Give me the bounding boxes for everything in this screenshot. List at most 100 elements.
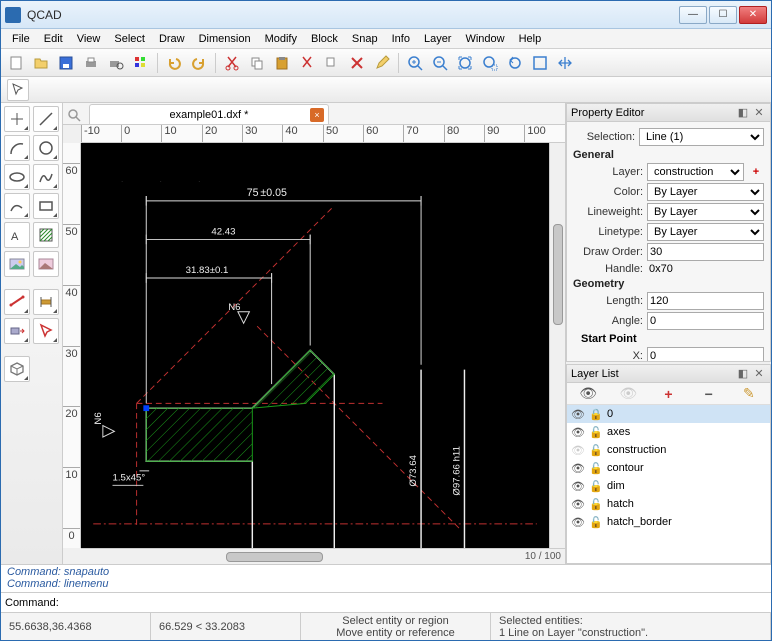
pointer-icon[interactable] (7, 79, 29, 101)
visibility-icon[interactable]: 👁 (571, 498, 585, 511)
layer-item-0[interactable]: 👁🔒0 (567, 405, 770, 423)
visibility-icon[interactable]: 👁 (571, 516, 585, 529)
tab-close-icon[interactable]: × (310, 108, 324, 122)
text-tool-icon[interactable]: A (4, 222, 30, 248)
menu-block[interactable]: Block (304, 31, 345, 47)
print-preview-icon[interactable] (105, 52, 127, 74)
copy-ref-icon[interactable] (321, 52, 343, 74)
add-layer-icon[interactable]: + (748, 166, 764, 178)
layer-panel-close-icon[interactable]: ✕ (752, 367, 766, 380)
edit-icon[interactable] (371, 52, 393, 74)
menu-info[interactable]: Info (385, 31, 417, 47)
paste-icon[interactable] (271, 52, 293, 74)
close-button[interactable]: ✕ (739, 6, 767, 24)
drawing-canvas[interactable]: 75±0.05 42.43 31.83±0.1 1.5x45° Ø73.64 Ø… (81, 143, 549, 548)
select-tool-icon[interactable] (33, 318, 59, 344)
modify-tool-icon[interactable] (4, 318, 30, 344)
visibility-icon[interactable]: 👁 (571, 426, 585, 439)
zoom-selection-icon[interactable] (479, 52, 501, 74)
menu-layer[interactable]: Layer (417, 31, 459, 47)
redo-icon[interactable] (188, 52, 210, 74)
search-tab-icon[interactable] (67, 108, 83, 124)
color-icon[interactable] (130, 52, 152, 74)
toggle-lock-icon[interactable]: 👁 (613, 385, 643, 402)
circle-tool-icon[interactable] (33, 135, 59, 161)
line-tool-icon[interactable] (33, 106, 59, 132)
spline-tool-icon[interactable] (33, 164, 59, 190)
dimension-tool-icon[interactable] (4, 289, 30, 315)
cut-icon[interactable] (221, 52, 243, 74)
visibility-icon[interactable]: 👁 (571, 444, 585, 457)
point-tool-icon[interactable] (4, 106, 30, 132)
vertical-scrollbar[interactable] (549, 143, 565, 548)
layer-item-axes[interactable]: 👁🔓axes (567, 423, 770, 441)
length-input[interactable] (647, 292, 764, 310)
menu-draw[interactable]: Draw (152, 31, 192, 47)
zoom-out-icon[interactable] (429, 52, 451, 74)
image-tool-icon[interactable] (4, 251, 30, 277)
control-point[interactable] (143, 405, 149, 411)
minimize-button[interactable]: — (679, 6, 707, 24)
toggle-visibility-icon[interactable]: 👁 (573, 385, 603, 402)
visibility-icon[interactable]: 👁 (571, 408, 585, 421)
copy-icon[interactable] (246, 52, 268, 74)
lock-icon[interactable]: 🔒 (589, 408, 603, 421)
visibility-icon[interactable]: 👁 (571, 480, 585, 493)
selection-dropdown[interactable]: Line (1) (639, 128, 764, 146)
start-x-input[interactable] (647, 347, 764, 361)
image2-tool-icon[interactable] (33, 251, 59, 277)
lock-icon[interactable]: 🔓 (589, 426, 603, 439)
panel-close-icon[interactable]: ✕ (752, 106, 766, 119)
add-layer-button[interactable]: + (653, 386, 683, 402)
print-icon[interactable] (80, 52, 102, 74)
polyline-tool-icon[interactable] (4, 193, 30, 219)
menu-snap[interactable]: Snap (345, 31, 385, 47)
menu-file[interactable]: File (5, 31, 37, 47)
zoom-previous-icon[interactable] (504, 52, 526, 74)
layer-item-hatch[interactable]: 👁🔓hatch (567, 495, 770, 513)
command-input[interactable] (63, 595, 767, 611)
zoom-window-icon[interactable] (529, 52, 551, 74)
layer-panel-pin-icon[interactable]: ◧ (736, 367, 750, 380)
zoom-auto-icon[interactable] (454, 52, 476, 74)
lock-icon[interactable]: 🔓 (589, 462, 603, 475)
menu-edit[interactable]: Edit (37, 31, 70, 47)
open-icon[interactable] (30, 52, 52, 74)
menu-modify[interactable]: Modify (258, 31, 304, 47)
save-icon[interactable] (55, 52, 77, 74)
layer-item-contour[interactable]: 👁🔓contour (567, 459, 770, 477)
layer-item-hatch_border[interactable]: 👁🔓hatch_border (567, 513, 770, 531)
new-icon[interactable] (5, 52, 27, 74)
file-tab[interactable]: example01.dxf * × (89, 104, 329, 124)
undo-icon[interactable] (163, 52, 185, 74)
layer-dropdown[interactable]: construction (647, 163, 744, 181)
lock-icon[interactable]: 🔓 (589, 498, 603, 511)
color-dropdown[interactable]: By Layer (647, 183, 764, 201)
zoom-in-icon[interactable] (404, 52, 426, 74)
lock-icon[interactable]: 🔓 (589, 516, 603, 529)
menu-dimension[interactable]: Dimension (192, 31, 258, 47)
block-tool-icon[interactable] (4, 356, 30, 382)
visibility-icon[interactable]: 👁 (571, 462, 585, 475)
panel-pin-icon[interactable]: ◧ (736, 106, 750, 119)
pan-icon[interactable] (554, 52, 576, 74)
info-tool-icon[interactable] (33, 289, 59, 315)
layer-item-construction[interactable]: 👁🔓construction (567, 441, 770, 459)
linetype-dropdown[interactable]: By Layer (647, 223, 764, 241)
arc-tool-icon[interactable] (4, 135, 30, 161)
angle-input[interactable] (647, 312, 764, 330)
horizontal-scrollbar[interactable]: 10 / 100 (81, 548, 565, 564)
menu-select[interactable]: Select (107, 31, 152, 47)
menu-window[interactable]: Window (458, 31, 511, 47)
ellipse-tool-icon[interactable] (4, 164, 30, 190)
lineweight-dropdown[interactable]: By Layer (647, 203, 764, 221)
lock-icon[interactable]: 🔓 (589, 480, 603, 493)
layer-item-dim[interactable]: 👁🔓dim (567, 477, 770, 495)
remove-layer-button[interactable]: − (694, 386, 724, 402)
delete-icon[interactable] (346, 52, 368, 74)
menu-view[interactable]: View (70, 31, 108, 47)
draworder-input[interactable] (647, 243, 764, 261)
maximize-button[interactable]: ☐ (709, 6, 737, 24)
hatch-tool-icon[interactable] (33, 222, 59, 248)
rect-tool-icon[interactable] (33, 193, 59, 219)
